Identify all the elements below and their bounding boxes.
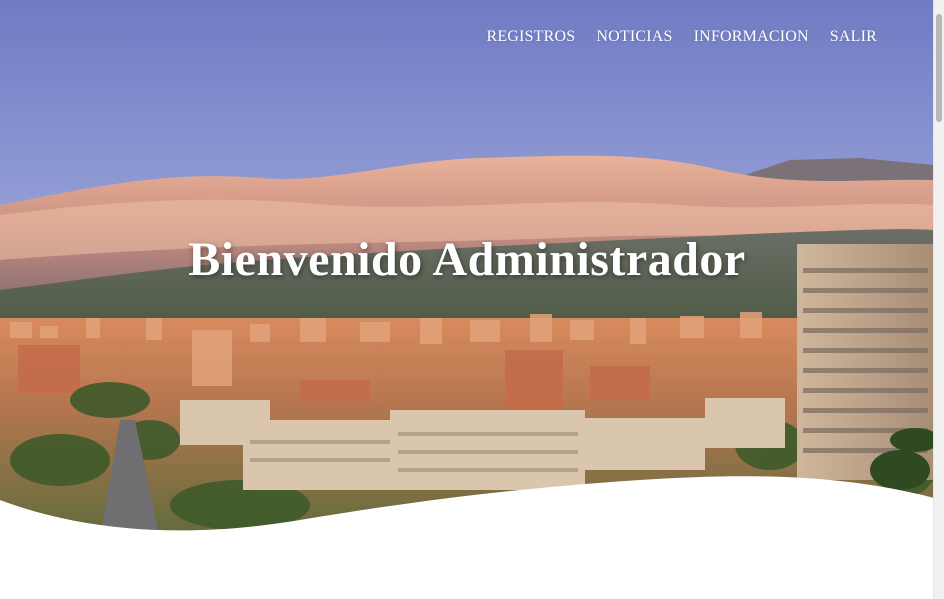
nav-link-noticias[interactable]: NOTICIAS [596,28,672,46]
nav-link-registros[interactable]: REGISTROS [486,28,575,46]
nav-link-informacion[interactable]: INFORMACION [694,28,809,46]
scrollbar-thumb[interactable] [936,14,942,122]
page-title: Bienvenido Administrador [188,233,746,286]
vertical-scrollbar[interactable] [933,0,944,599]
main-nav: REGISTROS NOTICIAS INFORMACION SALIR [486,28,877,46]
nav-link-salir[interactable]: SALIR [830,28,877,46]
